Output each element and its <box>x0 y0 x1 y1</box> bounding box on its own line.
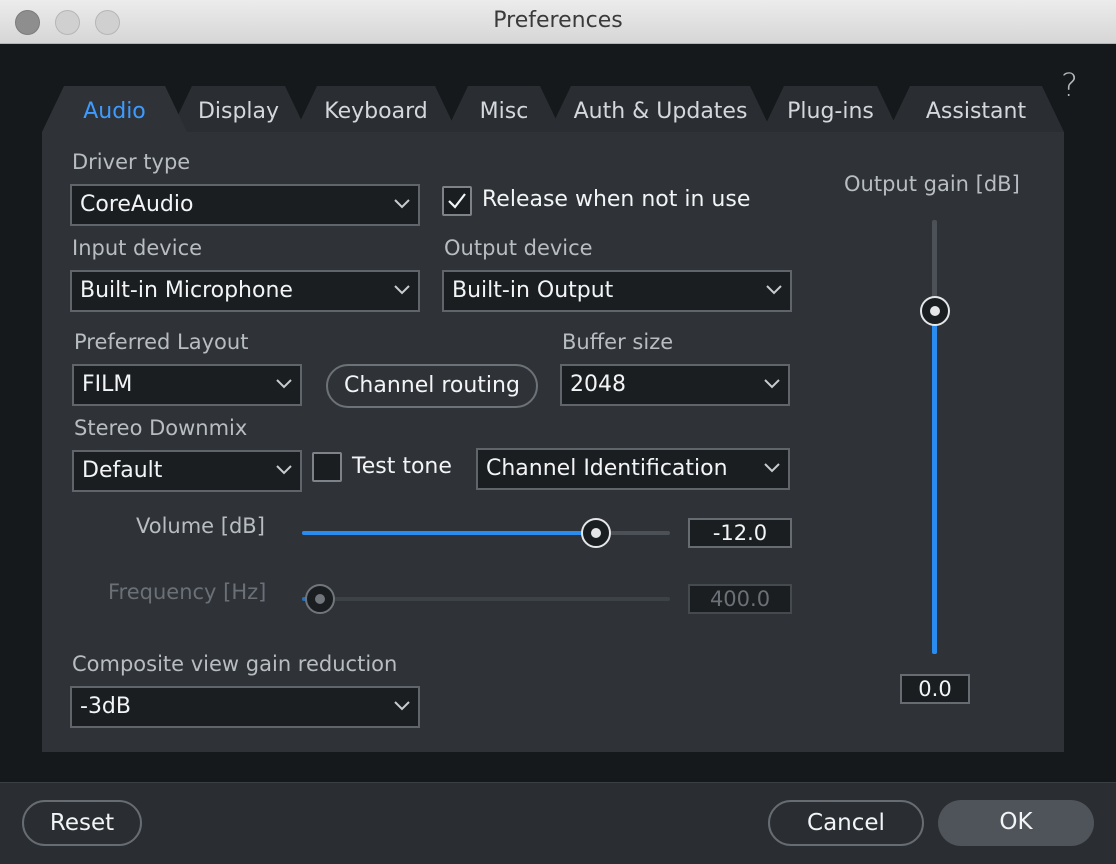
composite-view-gain-reduction-value: -3dB <box>80 694 131 719</box>
volume-slider-fill <box>302 531 597 535</box>
output-device-label: Output device <box>444 236 593 260</box>
tab-assistant[interactable]: Assistant <box>888 86 1064 132</box>
title-bar: Preferences <box>0 0 1116 44</box>
chevron-down-icon <box>394 285 410 295</box>
chevron-down-icon <box>276 379 292 389</box>
tab-auth-updates[interactable]: Auth & Updates <box>549 86 772 132</box>
frequency-slider <box>302 597 670 601</box>
driver-type-dropdown[interactable]: CoreAudio <box>70 184 420 226</box>
stereo-downmix-dropdown[interactable]: Default <box>72 450 302 492</box>
volume-slider[interactable] <box>302 531 670 535</box>
preferred-layout-dropdown[interactable]: FILM <box>72 364 302 406</box>
output-gain-slider[interactable] <box>932 220 937 654</box>
output-gain-label: Output gain [dB] <box>844 172 1020 196</box>
checkmark-icon <box>448 193 466 209</box>
chevron-down-icon <box>764 379 780 389</box>
chevron-down-icon <box>766 285 782 295</box>
composite-view-gain-reduction-dropdown[interactable]: -3dB <box>70 686 420 728</box>
tab-misc[interactable]: Misc <box>446 86 562 132</box>
buffer-size-value: 2048 <box>570 372 626 397</box>
release-when-not-in-use-checkbox[interactable] <box>442 186 472 216</box>
preferred-layout-value: FILM <box>82 372 133 397</box>
release-when-not-in-use-label: Release when not in use <box>482 187 751 212</box>
tab-plug-ins[interactable]: Plug-ins <box>762 86 899 132</box>
output-device-value: Built-in Output <box>452 278 614 303</box>
chevron-down-icon <box>276 465 292 475</box>
buffer-size-label: Buffer size <box>562 330 674 354</box>
volume-label: Volume [dB] <box>136 514 265 538</box>
stereo-downmix-label: Stereo Downmix <box>74 416 248 440</box>
output-gain-slider-knob[interactable] <box>920 296 950 327</box>
output-gain-slider-fill <box>932 311 937 654</box>
test-tone-checkbox[interactable] <box>312 452 342 482</box>
channel-routing-button[interactable]: Channel routing <box>326 364 538 408</box>
stereo-downmix-value: Default <box>82 458 163 483</box>
tab-keyboard[interactable]: Keyboard <box>295 86 457 132</box>
buffer-size-dropdown[interactable]: 2048 <box>560 364 790 406</box>
driver-type-label: Driver type <box>72 150 191 174</box>
input-device-label: Input device <box>72 236 203 260</box>
volume-value-field[interactable]: -12.0 <box>688 518 792 548</box>
reset-button[interactable]: Reset <box>22 800 142 846</box>
input-device-dropdown[interactable]: Built-in Microphone <box>70 270 420 312</box>
frequency-label: Frequency [Hz] <box>108 580 267 604</box>
chevron-down-icon <box>394 199 410 209</box>
chevron-down-icon <box>394 701 410 711</box>
input-device-value: Built-in Microphone <box>80 278 293 303</box>
composite-view-gain-reduction-label: Composite view gain reduction <box>72 652 398 676</box>
frequency-value-field: 400.0 <box>688 584 792 614</box>
test-tone-type-value: Channel Identification <box>486 456 728 481</box>
window-title: Preferences <box>493 8 623 33</box>
tab-audio[interactable]: Audio <box>42 86 187 132</box>
ok-button[interactable]: OK <box>938 800 1094 846</box>
output-device-dropdown[interactable]: Built-in Output <box>442 270 792 312</box>
chevron-down-icon <box>764 463 780 473</box>
test-tone-label: Test tone <box>352 454 452 479</box>
footer-bar: Reset Cancel OK <box>0 782 1116 864</box>
output-gain-value-field[interactable]: 0.0 <box>900 674 970 704</box>
tab-display[interactable]: Display <box>170 86 307 132</box>
preferred-layout-label: Preferred Layout <box>74 330 249 354</box>
driver-type-value: CoreAudio <box>80 192 194 217</box>
tab-bar: Audio Display Keyboard Misc Auth & Updat… <box>42 86 1064 132</box>
cancel-button[interactable]: Cancel <box>768 800 924 846</box>
test-tone-type-dropdown[interactable]: Channel Identification <box>476 448 790 490</box>
